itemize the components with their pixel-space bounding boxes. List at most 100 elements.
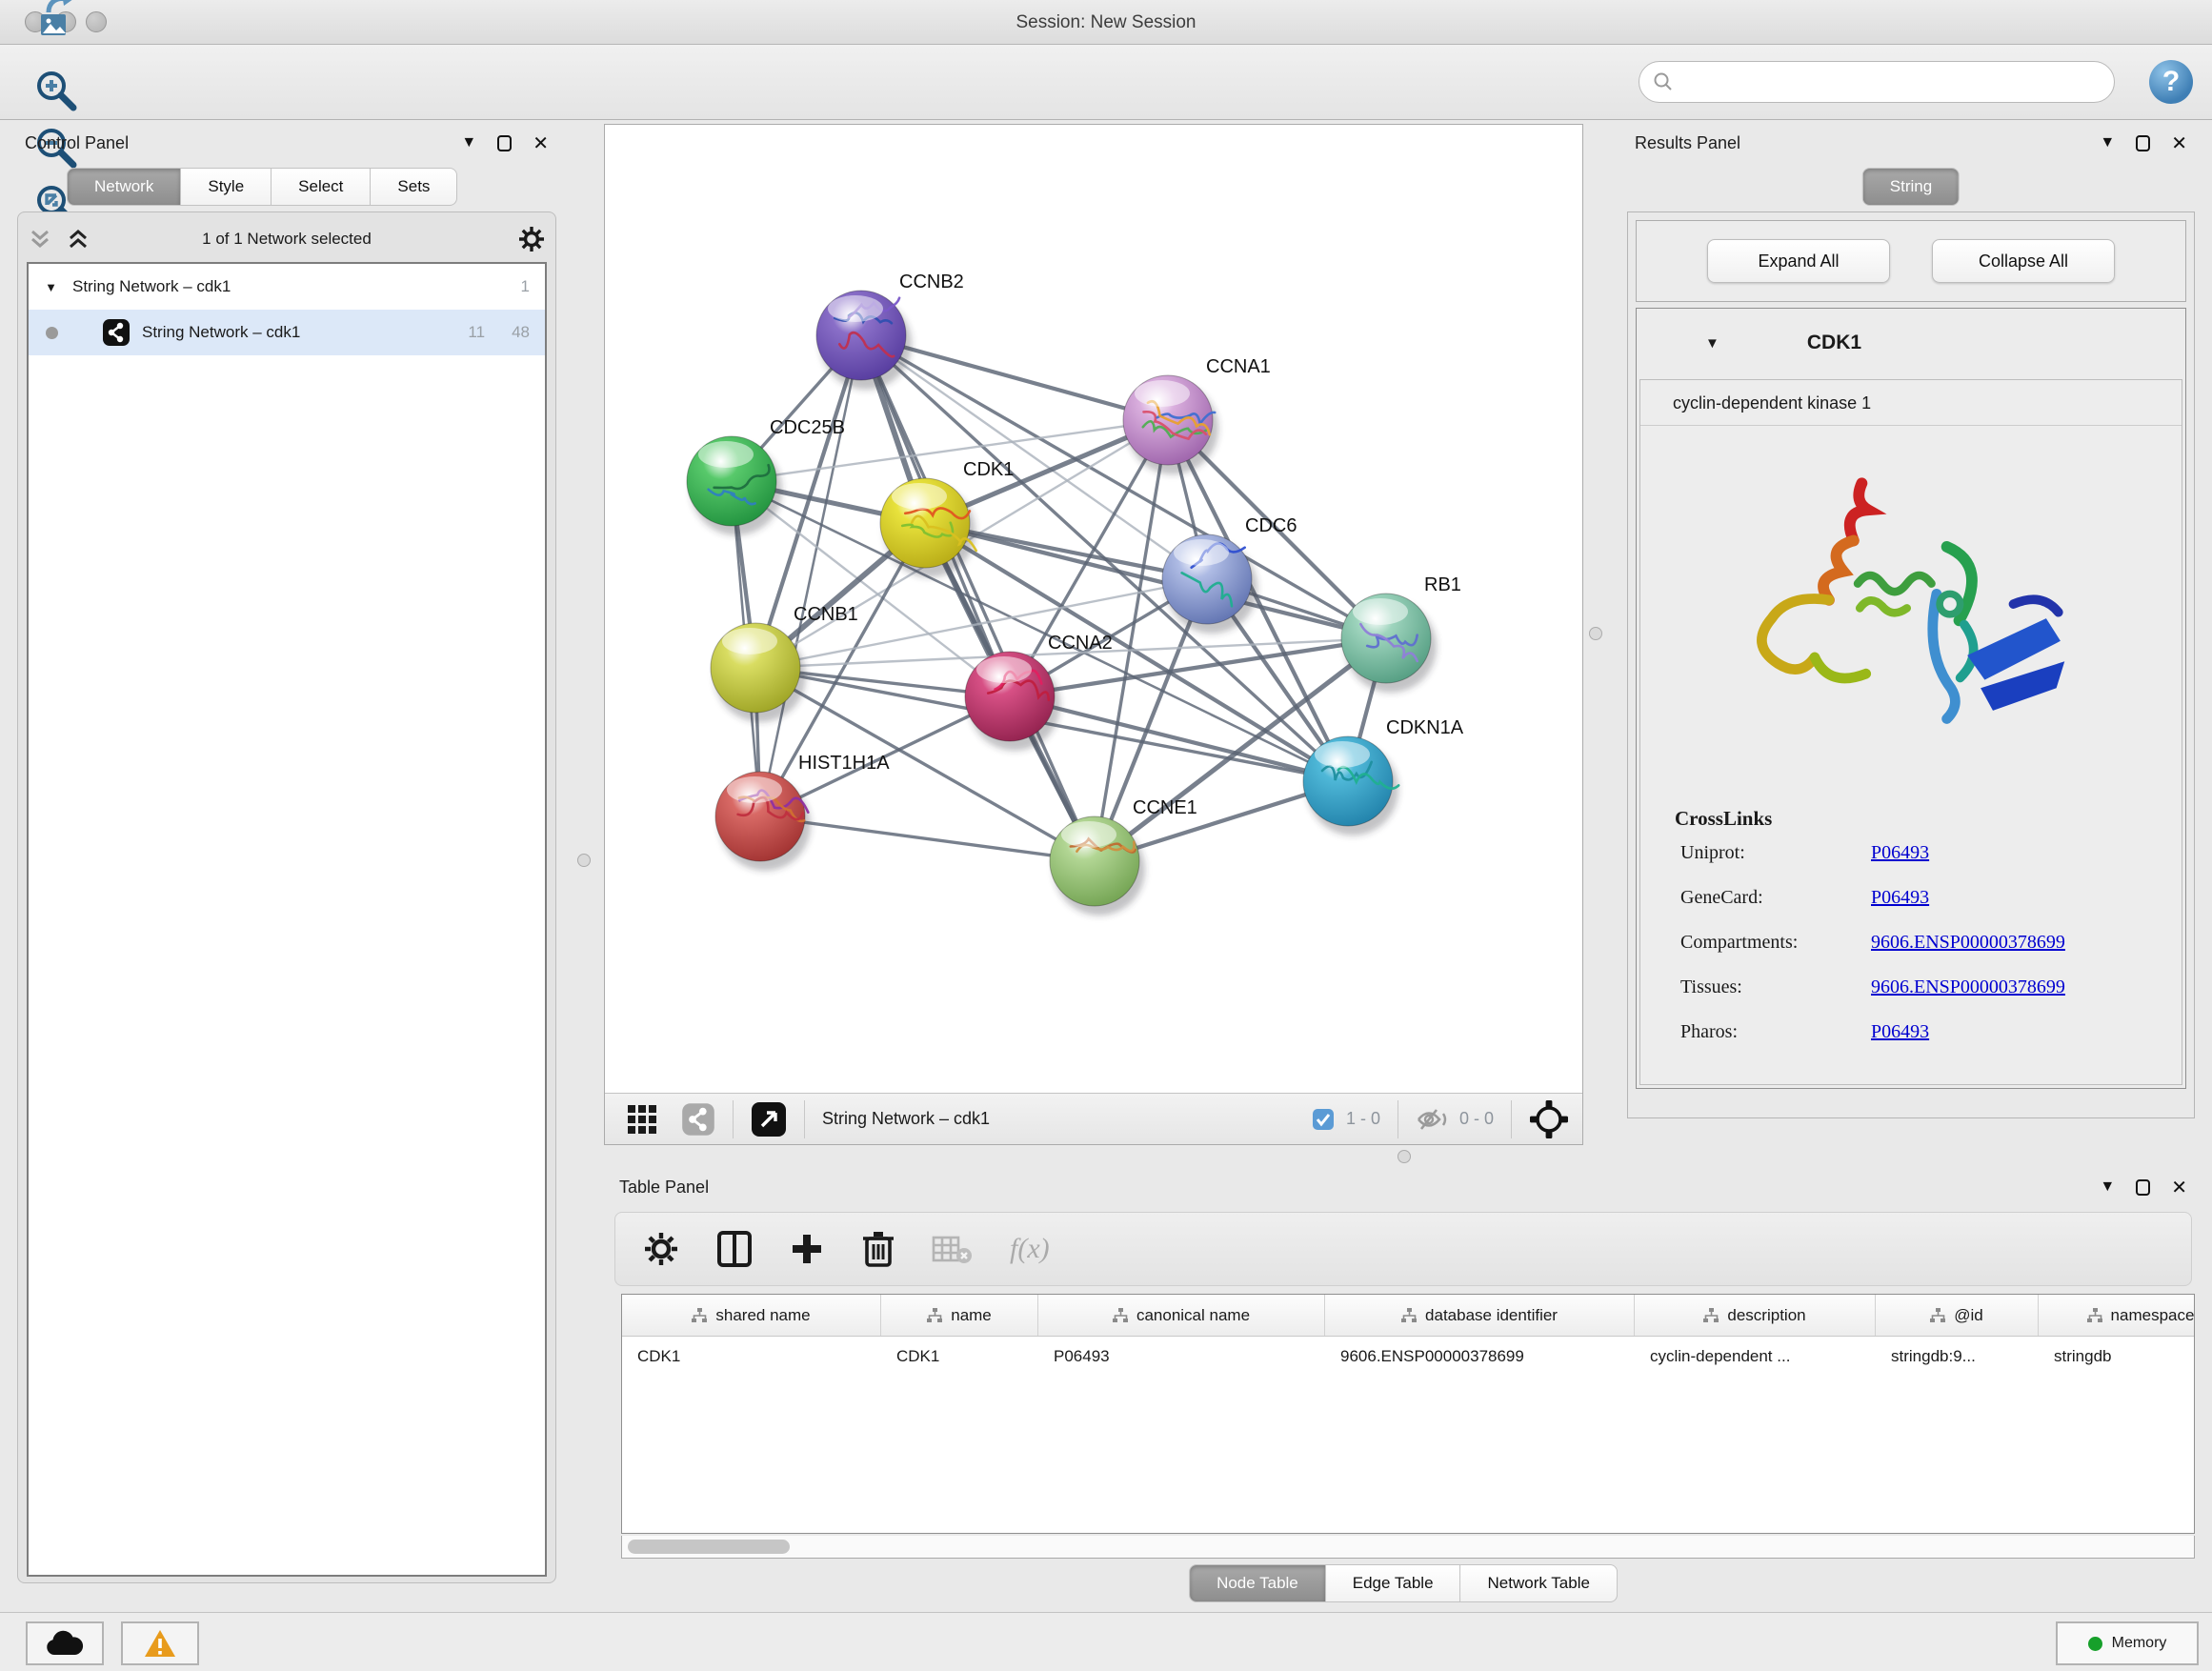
warning-button[interactable] bbox=[121, 1621, 199, 1665]
birdseye-toggle-icon[interactable] bbox=[751, 1101, 787, 1137]
table-cell[interactable]: stringdb bbox=[2039, 1347, 2195, 1366]
table-cell[interactable]: cyclin-dependent ... bbox=[1635, 1347, 1876, 1366]
memory-label: Memory bbox=[2112, 1635, 2167, 1652]
bottom-splitter-handle[interactable] bbox=[1398, 1150, 1411, 1163]
cloud-status-button[interactable] bbox=[26, 1621, 104, 1665]
left-splitter-handle[interactable] bbox=[577, 854, 591, 867]
network-node-rb1[interactable]: RB1 bbox=[1341, 574, 1461, 693]
node-gloss bbox=[1135, 380, 1190, 407]
panel-collapse-icon[interactable]: ▼ bbox=[2100, 134, 2115, 151]
panel-close-icon[interactable]: ✕ bbox=[2171, 1176, 2187, 1199]
node-section-header[interactable]: ▼ CDK1 bbox=[1637, 309, 2185, 377]
selected-counts: 1 - 0 bbox=[1346, 1109, 1380, 1129]
table-cell[interactable]: 9606.ENSP00000378699 bbox=[1325, 1347, 1635, 1366]
tab-network-table[interactable]: Network Table bbox=[1461, 1564, 1618, 1602]
crosslink-link[interactable]: P06493 bbox=[1871, 1021, 2182, 1043]
node-gloss bbox=[727, 776, 782, 803]
search-field[interactable] bbox=[1639, 61, 2115, 103]
network-node-ccnb2[interactable]: CCNB2 bbox=[816, 272, 964, 390]
node-table: shared name name canonical name database… bbox=[621, 1294, 2195, 1534]
tab-select[interactable]: Select bbox=[271, 168, 371, 206]
network-collection-row[interactable]: ▼ String Network – cdk1 1 bbox=[29, 264, 545, 310]
network-canvas[interactable]: CCNB2CCNA1CDC25BCDK1CDC6RB1CCNB1CCNA2CDK… bbox=[605, 125, 1582, 1093]
control-panel: Control Panel ▼ ✕ NetworkStyleSelectSets… bbox=[10, 124, 564, 1583]
control-panel-title: Control Panel bbox=[25, 133, 129, 153]
window-titlebar: Session: New Session bbox=[0, 0, 2212, 45]
crosslink-link[interactable]: 9606.ENSP00000378699 bbox=[1871, 976, 2182, 998]
network-edge[interactable] bbox=[861, 335, 1095, 861]
tab-edge-table[interactable]: Edge Table bbox=[1326, 1564, 1461, 1602]
panel-float-icon[interactable] bbox=[2136, 1179, 2150, 1196]
application-window: Session: New Session ? bbox=[0, 0, 2212, 1671]
column-header-namespace[interactable]: namespace bbox=[2039, 1295, 2195, 1336]
panel-collapse-icon[interactable]: ▼ bbox=[461, 134, 476, 151]
crosslink-link[interactable]: 9606.ENSP00000378699 bbox=[1871, 932, 2182, 954]
network-edge[interactable] bbox=[760, 335, 861, 816]
column-header-description[interactable]: description bbox=[1635, 1295, 1876, 1336]
tab-sets[interactable]: Sets bbox=[371, 168, 457, 206]
network-row-selected[interactable]: String Network – cdk1 11 48 bbox=[29, 310, 545, 355]
crosslink-label: Pharos: bbox=[1680, 1021, 1871, 1043]
column-header-shared-name[interactable]: shared name bbox=[622, 1295, 881, 1336]
node-label: HIST1H1A bbox=[798, 753, 890, 774]
table-row[interactable]: CDK1CDK1P064939606.ENSP00000378699cyclin… bbox=[622, 1337, 2194, 1377]
table-header-row: shared name name canonical name database… bbox=[622, 1295, 2194, 1337]
table-cell[interactable]: CDK1 bbox=[881, 1347, 1038, 1366]
panel-close-icon[interactable]: ✕ bbox=[2171, 131, 2187, 155]
tab-style[interactable]: Style bbox=[181, 168, 271, 206]
help-button[interactable]: ? bbox=[2149, 60, 2193, 104]
crosslink-row: GeneCard: P06493 bbox=[1640, 876, 2182, 920]
tab-node-table[interactable]: Node Table bbox=[1189, 1564, 1326, 1602]
node-label: RB1 bbox=[1424, 574, 1461, 595]
delete-column-icon[interactable] bbox=[861, 1229, 895, 1269]
node-gloss bbox=[892, 483, 947, 510]
panel-close-icon[interactable]: ✕ bbox=[533, 131, 549, 155]
crosslink-link[interactable]: P06493 bbox=[1871, 887, 2182, 909]
tab-string[interactable]: String bbox=[1862, 168, 1960, 206]
expand-all-button[interactable]: Expand All bbox=[1707, 239, 1890, 283]
collapse-all-button[interactable]: Collapse All bbox=[1932, 239, 2115, 283]
table-cell[interactable]: P06493 bbox=[1038, 1347, 1325, 1366]
column-header-name[interactable]: name bbox=[881, 1295, 1038, 1336]
node-gloss bbox=[976, 656, 1032, 683]
table-horizontal-scrollbar[interactable] bbox=[621, 1536, 2195, 1559]
table-cell[interactable]: CDK1 bbox=[622, 1347, 881, 1366]
right-splitter-handle[interactable] bbox=[1589, 627, 1602, 640]
column-header--id[interactable]: @id bbox=[1876, 1295, 2039, 1336]
column-header-database-identifier[interactable]: database identifier bbox=[1325, 1295, 1635, 1336]
export-image-button[interactable] bbox=[27, 0, 86, 45]
section-collapse-icon[interactable]: ▼ bbox=[1705, 335, 1719, 352]
panel-float-icon[interactable] bbox=[2136, 135, 2150, 151]
memory-button[interactable]: Memory bbox=[2056, 1621, 2199, 1665]
add-column-icon[interactable] bbox=[789, 1231, 825, 1267]
node-label: CDC6 bbox=[1245, 515, 1297, 536]
network-node-ccna1[interactable]: CCNA1 bbox=[1123, 356, 1271, 474]
node-gloss bbox=[828, 295, 883, 322]
node-gloss bbox=[1353, 598, 1408, 625]
panel-collapse-icon[interactable]: ▼ bbox=[2100, 1178, 2115, 1196]
table-panel: Table Panel ▼ ✕ bbox=[604, 1168, 2202, 1608]
selected-nodes-checkbox-icon[interactable] bbox=[1312, 1108, 1335, 1131]
zoom-in-button[interactable] bbox=[27, 62, 86, 119]
network-node-cdc25b[interactable]: CDC25B bbox=[687, 417, 845, 535]
crosslink-row: Compartments: 9606.ENSP00000378699 bbox=[1640, 920, 2182, 965]
network-node-cdkn1a[interactable]: CDKN1A bbox=[1303, 717, 1464, 836]
scrollbar-thumb[interactable] bbox=[628, 1540, 790, 1554]
control-panel-tabs: NetworkStyleSelectSets bbox=[67, 168, 457, 206]
show-columns-icon[interactable] bbox=[716, 1230, 753, 1268]
network-node-hist1h1a[interactable]: HIST1H1A bbox=[715, 753, 890, 871]
export-image-icon bbox=[33, 0, 79, 39]
window-title: Session: New Session bbox=[0, 0, 2212, 45]
table-cell[interactable]: stringdb:9... bbox=[1876, 1347, 2039, 1366]
gear-icon[interactable] bbox=[642, 1230, 680, 1268]
panel-float-icon[interactable] bbox=[497, 135, 512, 151]
tree-expand-icon[interactable]: ▼ bbox=[29, 280, 57, 294]
grid-view-icon[interactable] bbox=[626, 1103, 658, 1136]
tab-network[interactable]: Network bbox=[67, 168, 181, 206]
network-node-cdk1[interactable]: CDK1 bbox=[880, 459, 1014, 577]
share-view-icon[interactable] bbox=[681, 1102, 715, 1137]
crosslink-link[interactable]: P06493 bbox=[1871, 842, 2182, 864]
search-input[interactable] bbox=[1674, 72, 2101, 91]
column-header-canonical-name[interactable]: canonical name bbox=[1038, 1295, 1325, 1336]
crosshair-icon[interactable] bbox=[1529, 1099, 1569, 1139]
